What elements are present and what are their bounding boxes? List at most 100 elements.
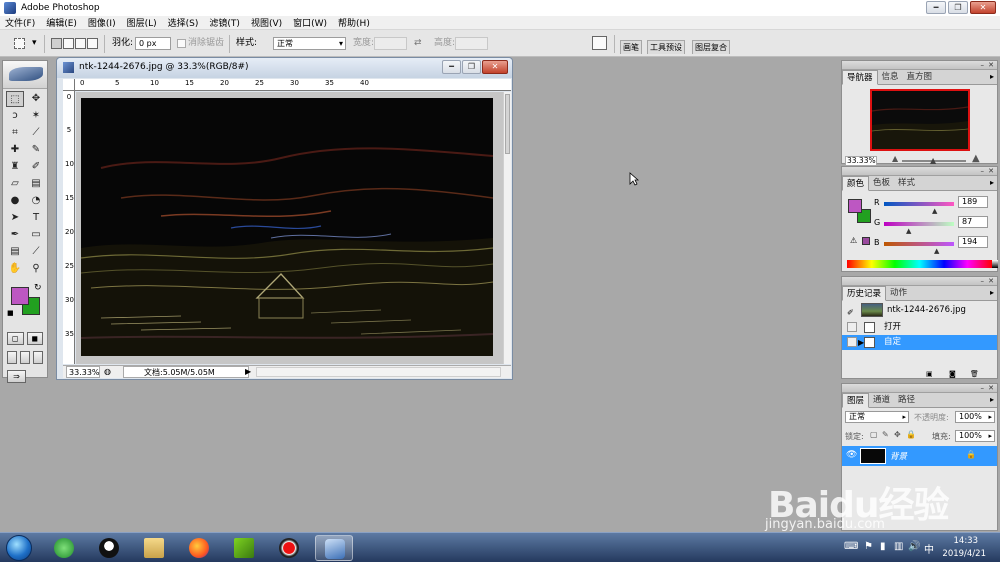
taskbar-app-photoshop[interactable] <box>315 535 353 561</box>
screen-mode-full-icon[interactable] <box>33 351 43 364</box>
quick-mask-mode-icon[interactable]: ◼ <box>26 332 43 345</box>
menu-image[interactable]: 图像(I) <box>83 16 122 29</box>
feather-input[interactable]: 0 px <box>135 37 171 50</box>
menu-file[interactable]: 文件(F) <box>0 16 41 29</box>
tab-color[interactable]: 颜色 <box>842 176 870 191</box>
language-icon[interactable]: 中 <box>924 541 934 556</box>
standard-mode-icon[interactable]: ◻ <box>7 332 24 345</box>
tab-paths[interactable]: 路径 <box>894 393 919 407</box>
lock-position-icon[interactable]: ✥ <box>894 430 901 439</box>
tab-layers[interactable]: 图层 <box>842 393 870 408</box>
gamut-warning-icon[interactable]: ⚠ <box>850 236 857 245</box>
zoom-tool-icon[interactable]: ⚲ <box>27 261 45 277</box>
canvas-area[interactable] <box>76 92 504 364</box>
tab-navigator[interactable]: 导航器 <box>842 70 878 85</box>
battery-icon[interactable]: ▮ <box>880 541 886 552</box>
swap-colors-icon[interactable]: ↻ <box>34 283 42 293</box>
blur-tool-icon[interactable]: ● <box>6 193 24 209</box>
height-input[interactable] <box>455 37 488 50</box>
lasso-tool-icon[interactable]: ↄ <box>6 108 24 124</box>
lock-all-icon[interactable]: 🔒 <box>906 430 916 439</box>
volume-icon[interactable]: 🔊 <box>908 541 920 552</box>
panel-close-icon[interactable]: ✕ <box>988 61 994 69</box>
history-item-custom[interactable]: ▶ 自定 <box>842 335 997 350</box>
menu-window[interactable]: 窗口(W) <box>288 16 333 29</box>
rect-marquee-tool-icon[interactable]: ⬚ <box>6 91 24 107</box>
dock-tab-brushes[interactable]: 画笔 <box>620 40 642 54</box>
path-selection-tool-icon[interactable]: ➤ <box>6 210 24 226</box>
red-value-input[interactable]: 189 <box>958 196 988 208</box>
history-source-checkbox[interactable] <box>847 322 857 332</box>
panel-minimize-icon[interactable]: – <box>981 384 985 392</box>
history-source-checkbox[interactable] <box>847 337 857 347</box>
panel-minimize-icon[interactable]: – <box>981 277 985 285</box>
layer-visibility-eye-icon[interactable]: 👁 <box>846 450 857 460</box>
history-brush-tool-icon[interactable]: ✐ <box>27 159 45 175</box>
hand-tool-icon[interactable]: ✋ <box>6 261 24 277</box>
tab-history[interactable]: 历史记录 <box>842 286 887 301</box>
photoshop-feather-icon[interactable] <box>9 67 43 81</box>
default-colors-icon[interactable]: ■ <box>7 309 14 317</box>
scrollbar-thumb[interactable] <box>505 94 510 154</box>
gamut-color-swatch[interactable] <box>862 237 870 245</box>
status-menu-arrow-icon[interactable]: ▶ <box>245 366 251 378</box>
start-button[interactable] <box>6 535 32 561</box>
tab-swatches[interactable]: 色板 <box>869 176 894 190</box>
panel-menu-icon[interactable]: ▸ <box>990 178 994 187</box>
zoom-slider-knob[interactable]: ▲ <box>930 156 936 165</box>
document-close-button[interactable]: ✕ <box>482 60 508 74</box>
blue-slider[interactable] <box>884 242 954 246</box>
navigator-thumbnail[interactable] <box>870 89 970 151</box>
style-select[interactable]: 正常 <box>273 37 346 50</box>
antialias-checkbox[interactable] <box>177 39 186 48</box>
opacity-input[interactable]: 100% <box>955 411 995 423</box>
tab-histogram[interactable]: 直方图 <box>903 70 937 84</box>
flag-icon[interactable]: ⚑ <box>864 541 873 552</box>
green-value-input[interactable]: 87 <box>958 216 988 228</box>
horizontal-ruler[interactable]: 0 5 10 15 20 25 30 35 40 <box>75 79 511 91</box>
crop-tool-icon[interactable]: ⌗ <box>6 125 24 141</box>
dodge-tool-icon[interactable]: ◔ <box>27 193 45 209</box>
type-tool-icon[interactable]: T <box>27 210 45 226</box>
intersect-selection-icon[interactable] <box>87 38 98 49</box>
move-tool-icon[interactable]: ✥ <box>27 91 45 107</box>
screen-mode-full-menu-icon[interactable] <box>20 351 30 364</box>
tab-styles[interactable]: 样式 <box>894 176 919 190</box>
shape-tool-icon[interactable]: ▭ <box>27 227 45 243</box>
new-snapshot-icon[interactable]: ◙ <box>949 370 956 378</box>
red-slider-knob[interactable]: ▲ <box>932 207 937 215</box>
blend-mode-select[interactable]: 正常 <box>845 411 909 423</box>
navigator-zoom-field[interactable]: 33.33% <box>845 156 877 166</box>
width-input[interactable] <box>374 37 407 50</box>
zoom-preview-icon[interactable]: ◍ <box>104 366 111 378</box>
new-selection-icon[interactable] <box>51 38 62 49</box>
panel-minimize-icon[interactable]: – <box>981 167 985 175</box>
healing-brush-tool-icon[interactable]: ✚ <box>6 142 24 158</box>
eraser-tool-icon[interactable]: ▱ <box>6 176 24 192</box>
slice-tool-icon[interactable]: ⟋ <box>27 125 45 141</box>
menu-help[interactable]: 帮助(H) <box>333 16 376 29</box>
clock-date[interactable]: 2019/4/21 <box>942 549 986 559</box>
maximize-button[interactable]: ❐ <box>948 1 968 14</box>
dock-tab-tool-presets[interactable]: 工具预设 <box>647 40 685 54</box>
blue-value-input[interactable]: 194 <box>958 236 988 248</box>
image-canvas[interactable] <box>81 98 493 356</box>
panel-menu-icon[interactable]: ▸ <box>990 72 994 81</box>
magic-wand-tool-icon[interactable]: ✶ <box>27 108 45 124</box>
taskbar-app-firefox[interactable] <box>180 535 218 561</box>
marquee-preset-icon[interactable] <box>14 38 25 49</box>
menu-edit[interactable]: 编辑(E) <box>41 16 83 29</box>
panel-close-icon[interactable]: ✕ <box>988 277 994 285</box>
swap-icon[interactable]: ⇄ <box>414 36 422 51</box>
tab-channels[interactable]: 通道 <box>869 393 894 407</box>
document-minimize-button[interactable]: ━ <box>442 60 461 74</box>
vertical-ruler[interactable]: 0 5 10 15 20 25 30 35 <box>63 91 75 364</box>
layer-row-background[interactable]: 👁 背景 🔒 <box>842 446 997 466</box>
green-slider[interactable] <box>884 222 954 226</box>
close-button[interactable]: ✕ <box>970 1 996 14</box>
tab-actions[interactable]: 动作 <box>886 286 911 300</box>
taskbar-app-360[interactable] <box>45 535 83 561</box>
panel-menu-icon[interactable]: ▸ <box>990 395 994 404</box>
menu-filter[interactable]: 滤镜(T) <box>204 16 246 29</box>
color-spectrum-bar[interactable] <box>847 260 998 268</box>
